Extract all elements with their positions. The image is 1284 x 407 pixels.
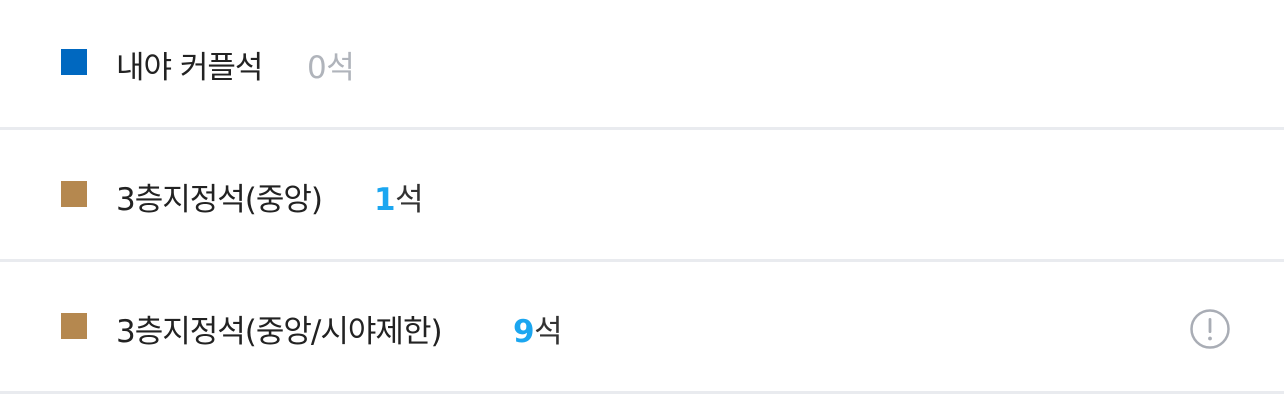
seat-count-unit: 석 [395, 182, 424, 218]
seat-color-swatch [61, 181, 87, 207]
seat-count-number: 0 [307, 50, 327, 86]
seat-grade-label: 3층지정석(중앙) [116, 182, 323, 218]
seat-count-unit: 석 [534, 314, 563, 350]
seat-grade-row-3f-center[interactable]: 3층지정석(중앙) 1석 [0, 132, 1284, 262]
seat-grade-row-couple[interactable]: 내야 커플석 0석 [0, 0, 1284, 130]
seat-count: 0석 [307, 48, 355, 88]
seat-count-unit: 석 [326, 50, 355, 86]
seat-count-number: 1 [374, 182, 396, 218]
seat-count: 1석 [374, 180, 424, 220]
info-circle-icon[interactable] [1190, 309, 1230, 349]
seat-grade-row-3f-center-limited-view[interactable]: 3층지정석(중앙/시야제한) 9석 [0, 264, 1284, 394]
seat-grade-label: 내야 커플석 [116, 50, 263, 86]
seat-grade-label: 3층지정석(중앙/시야제한) [116, 314, 443, 350]
seat-count: 9석 [513, 312, 563, 352]
seat-color-swatch [61, 313, 87, 339]
seat-grade-list: 내야 커플석 0석 3층지정석(중앙) 1석 3층지정석(중앙/시야제한) 9석 [0, 0, 1284, 407]
seat-color-swatch [61, 49, 87, 75]
seat-count-number: 9 [513, 314, 535, 350]
